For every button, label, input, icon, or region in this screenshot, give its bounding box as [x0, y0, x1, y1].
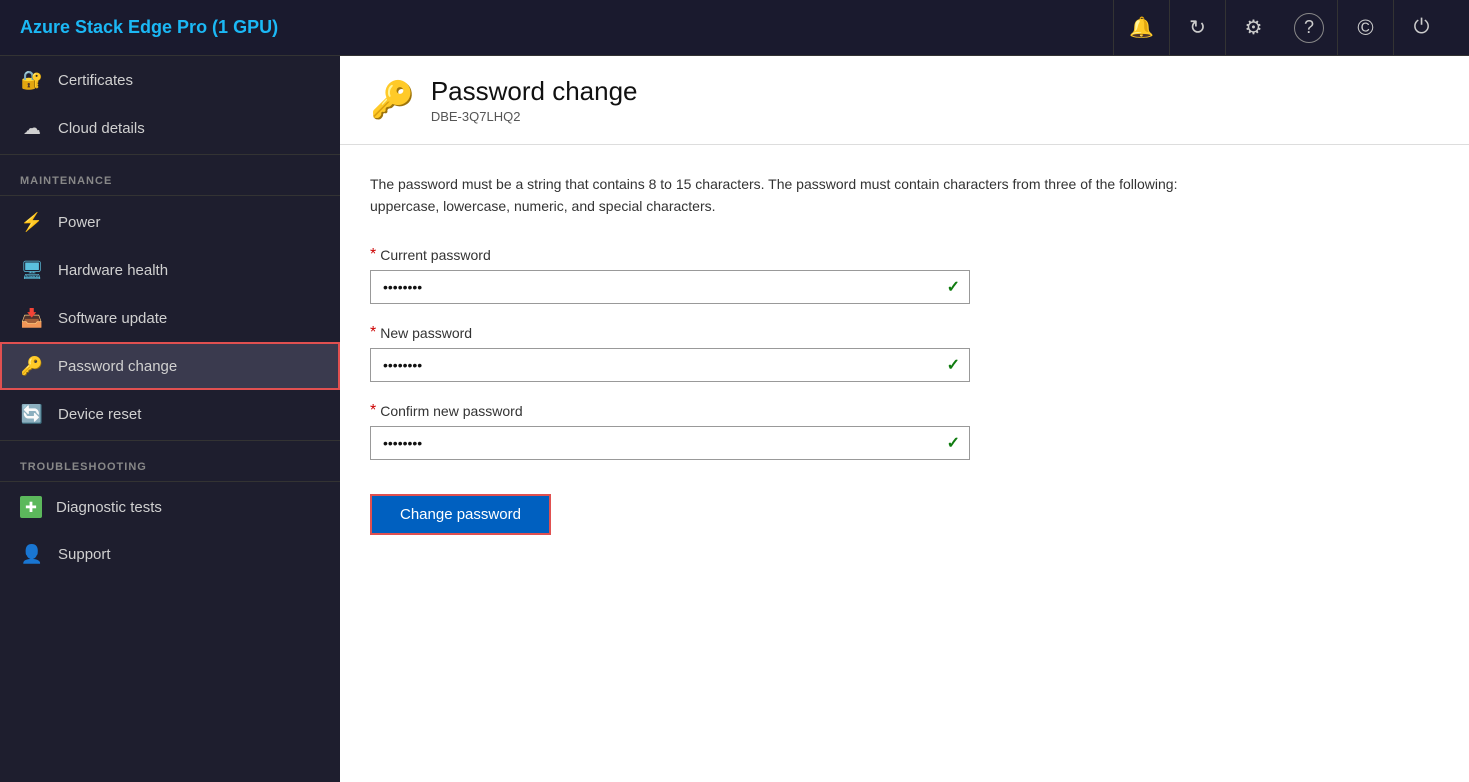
current-password-input[interactable] — [370, 270, 970, 304]
sidebar: 🔐 Certificates ☁ Cloud details MAINTENAN… — [0, 56, 340, 782]
help-icon[interactable]: ? — [1294, 13, 1324, 43]
support-icon: 👤 — [20, 542, 44, 566]
description-text: The password must be a string that conta… — [370, 173, 1190, 218]
sidebar-item-label: Certificates — [58, 72, 133, 89]
sidebar-item-power[interactable]: ⚡ Power — [0, 198, 340, 246]
new-password-checkmark: ✓ — [947, 355, 960, 375]
sidebar-item-label: Hardware health — [58, 262, 168, 279]
confirm-password-label: * Confirm new password — [370, 402, 970, 420]
current-password-group: * Current password ✓ — [370, 246, 970, 304]
change-password-button[interactable]: Change password — [370, 494, 551, 535]
settings-icon[interactable]: ⚙ — [1225, 0, 1281, 56]
page-key-icon: 🔑 — [370, 79, 415, 121]
page-header: 🔑 Password change DBE-3Q7LHQ2 — [340, 56, 1469, 145]
device-reset-icon: 🔄 — [20, 402, 44, 426]
sidebar-item-cloud-details[interactable]: ☁ Cloud details — [0, 104, 340, 152]
software-update-icon: 📥 — [20, 306, 44, 330]
page-title: Password change — [431, 76, 638, 107]
confirm-password-label-text: Confirm new password — [380, 403, 522, 419]
sidebar-divider-4 — [0, 481, 340, 482]
sidebar-item-hardware-health[interactable]: 🖥 Hardware health — [0, 246, 340, 294]
form-area: The password must be a string that conta… — [340, 145, 1469, 563]
sidebar-item-label: Support — [58, 546, 111, 563]
page-header-text: Password change DBE-3Q7LHQ2 — [431, 76, 638, 124]
new-password-group: * New password ✓ — [370, 324, 970, 382]
current-password-wrapper: ✓ — [370, 270, 970, 304]
new-password-wrapper: ✓ — [370, 348, 970, 382]
sidebar-divider-3 — [0, 440, 340, 441]
sidebar-item-support[interactable]: 👤 Support — [0, 530, 340, 578]
confirm-password-checkmark: ✓ — [947, 433, 960, 453]
content-area: 🔑 Password change DBE-3Q7LHQ2 The passwo… — [340, 56, 1469, 782]
main-layout: 🔐 Certificates ☁ Cloud details MAINTENAN… — [0, 56, 1469, 782]
required-star-2: * — [370, 324, 376, 342]
sidebar-item-label: Software update — [58, 310, 167, 327]
topbar: Azure Stack Edge Pro (1 GPU) 🔔 ↻ ⚙ ? © ⏻ — [0, 0, 1469, 56]
power-icon[interactable]: ⏻ — [1393, 0, 1449, 56]
sidebar-item-device-reset[interactable]: 🔄 Device reset — [0, 390, 340, 438]
current-password-label: * Current password — [370, 246, 970, 264]
hardware-icon: 🖥 — [20, 258, 44, 282]
power-bolt-icon: ⚡ — [20, 210, 44, 234]
certificates-icon: 🔐 — [20, 68, 44, 92]
required-star-1: * — [370, 246, 376, 264]
copyright-icon[interactable]: © — [1337, 0, 1393, 56]
sidebar-item-certificates[interactable]: 🔐 Certificates — [0, 56, 340, 104]
current-password-checkmark: ✓ — [947, 277, 960, 297]
confirm-password-wrapper: ✓ — [370, 426, 970, 460]
app-title: Azure Stack Edge Pro (1 GPU) — [20, 17, 1113, 38]
cloud-icon: ☁ — [20, 116, 44, 140]
sidebar-item-password-change[interactable]: 🔑 Password change — [0, 342, 340, 390]
topbar-icons: 🔔 ↻ ⚙ ? © ⏻ — [1113, 0, 1449, 56]
required-star-3: * — [370, 402, 376, 420]
confirm-password-input[interactable] — [370, 426, 970, 460]
sidebar-item-diagnostic-tests[interactable]: ✚ Diagnostic tests — [0, 484, 340, 530]
sidebar-divider-1 — [0, 154, 340, 155]
refresh-icon[interactable]: ↻ — [1169, 0, 1225, 56]
page-subtitle: DBE-3Q7LHQ2 — [431, 109, 638, 124]
new-password-label: * New password — [370, 324, 970, 342]
new-password-input[interactable] — [370, 348, 970, 382]
bell-icon[interactable]: 🔔 — [1113, 0, 1169, 56]
sidebar-item-label: Diagnostic tests — [56, 499, 162, 516]
diagnostic-icon: ✚ — [20, 496, 42, 518]
sidebar-item-label: Power — [58, 214, 101, 231]
troubleshooting-section-label: TROUBLESHOOTING — [0, 443, 340, 479]
sidebar-item-label: Cloud details — [58, 120, 145, 137]
sidebar-item-label: Password change — [58, 358, 177, 375]
maintenance-section-label: MAINTENANCE — [0, 157, 340, 193]
sidebar-item-label: Device reset — [58, 406, 141, 423]
sidebar-item-software-update[interactable]: 📥 Software update — [0, 294, 340, 342]
key-icon: 🔑 — [20, 354, 44, 378]
new-password-label-text: New password — [380, 325, 472, 341]
sidebar-divider-2 — [0, 195, 340, 196]
current-password-label-text: Current password — [380, 247, 491, 263]
confirm-password-group: * Confirm new password ✓ — [370, 402, 970, 460]
